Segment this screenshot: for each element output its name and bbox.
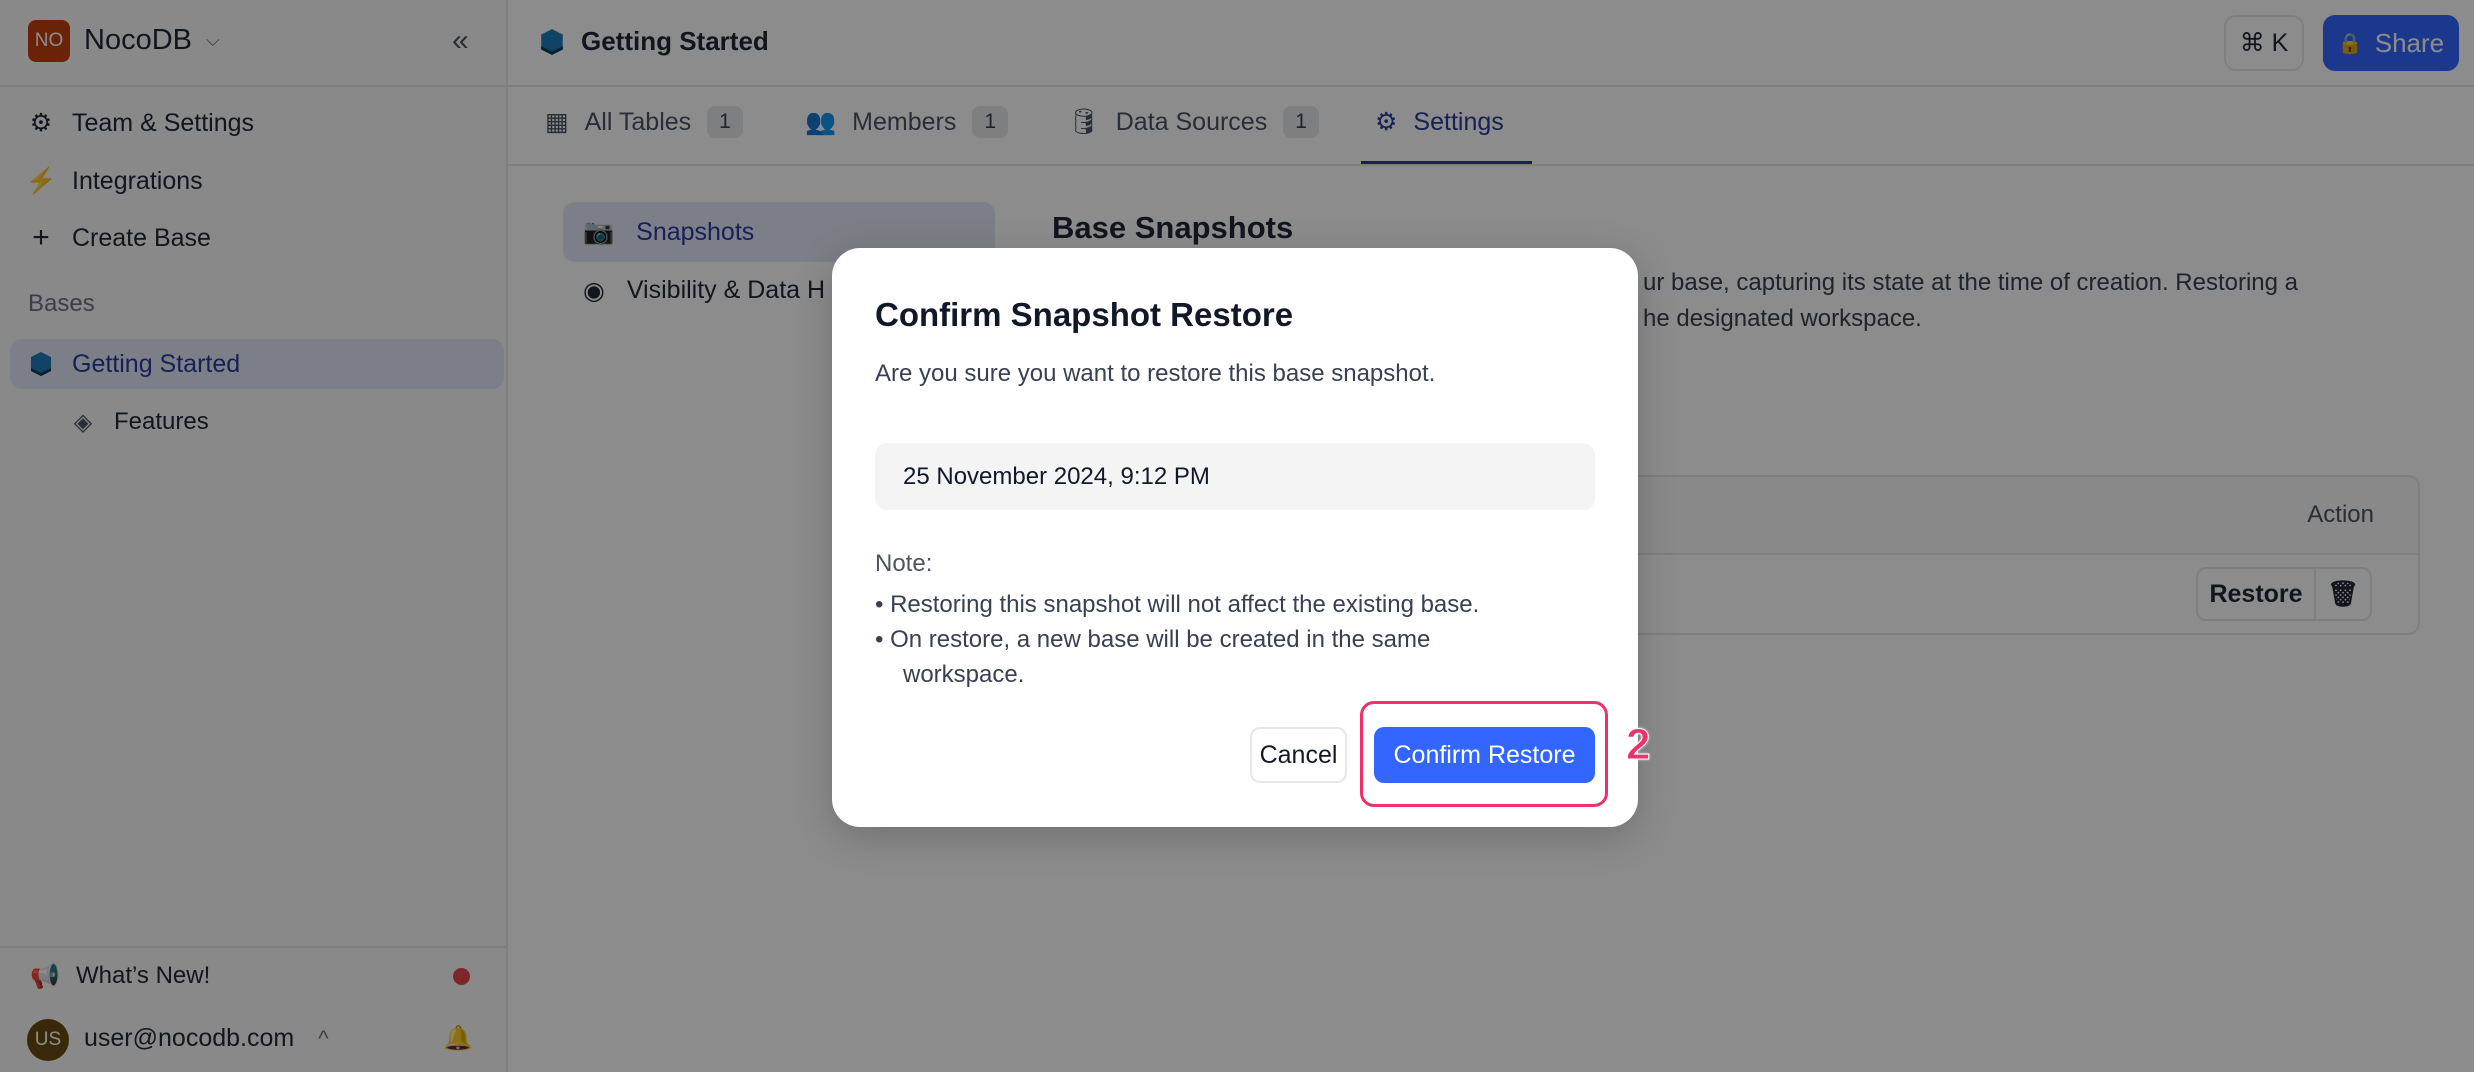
note-label: Note: bbox=[875, 550, 933, 577]
dialog-subtitle: Are you sure you want to restore this ba… bbox=[875, 360, 1436, 387]
cancel-button[interactable]: Cancel bbox=[1250, 727, 1347, 783]
note-item-cont: workspace. bbox=[903, 661, 1025, 688]
note-list: • Restoring this snapshot will not affec… bbox=[875, 587, 1479, 692]
note-item: • Restoring this snapshot will not affec… bbox=[875, 591, 1480, 618]
snapshot-date: 25 November 2024, 9:12 PM bbox=[875, 443, 1595, 510]
step-highlight bbox=[1360, 701, 1608, 807]
dialog-title: Confirm Snapshot Restore bbox=[875, 296, 1294, 333]
note-item: • On restore, a new base will be created… bbox=[875, 626, 1431, 653]
step-number: 2 bbox=[1625, 720, 1651, 770]
